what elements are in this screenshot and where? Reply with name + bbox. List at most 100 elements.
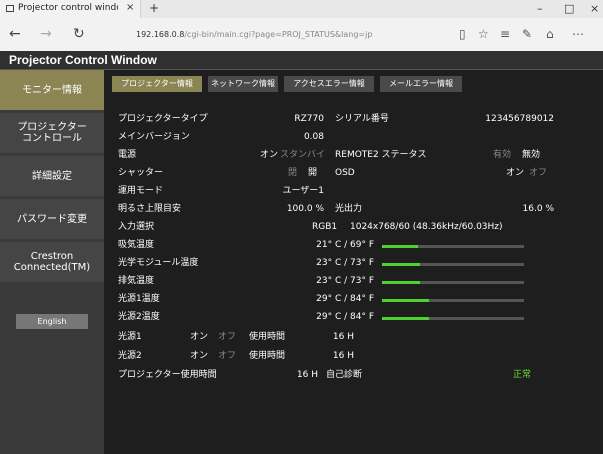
version-label: メインバージョン <box>118 132 190 142</box>
sidebar-item-label-line2: Connected(TM) <box>13 262 91 273</box>
temp-gauge <box>382 281 524 284</box>
page-title: Projector Control Window <box>9 53 157 67</box>
temp-gauge-fill <box>382 245 418 248</box>
osd-label: OSD <box>335 168 355 178</box>
sidebar-item-label-line1: Crestron <box>30 251 74 262</box>
self-diagnosis-label: 自己診断 <box>326 370 363 380</box>
reading-view-icon[interactable]: ▯ <box>459 27 466 41</box>
temp-gauge <box>382 299 524 302</box>
serial-label: シリアル番号 <box>335 114 389 124</box>
projector-hours-label: プロジェクター使用時間 <box>118 370 217 380</box>
brightness-label: 明るさ上限目安 <box>118 204 182 214</box>
light-source-label: 光源2 <box>118 351 142 361</box>
light-source-hours-label: 使用時間 <box>249 332 286 342</box>
tab-network-info[interactable]: ネットワーク情報 <box>208 76 278 92</box>
remote2-enabled: 有効 <box>493 150 512 160</box>
light-source-hours: 16 H <box>332 332 354 342</box>
hub-icon[interactable]: ≡ <box>500 27 510 41</box>
light-source-off: オフ <box>218 332 237 342</box>
page-icon <box>6 5 14 12</box>
temp-value: 29° C / 84° F <box>316 294 374 304</box>
share-icon[interactable]: ⌂ <box>546 27 554 41</box>
page-header: Projector Control Window <box>0 51 603 70</box>
note-icon[interactable]: ✎ <box>522 27 532 41</box>
temp-gauge-fill <box>382 281 421 284</box>
temp-label: 光源1温度 <box>118 294 160 304</box>
sidebar-item-label: Crestron Connected(TM) <box>14 251 90 273</box>
type-value: RZ770 <box>294 114 324 124</box>
refresh-icon[interactable]: ↻ <box>73 26 85 42</box>
sidebar-item-label-line1: プロジェクター <box>17 122 87 133</box>
sidebar: モニター情報 プロジェクター コントロール 詳細設定 パスワード変更 Crest… <box>0 70 104 454</box>
browser-tab[interactable]: Projector control windo × <box>0 0 141 18</box>
type-label: プロジェクタータイプ <box>118 114 208 124</box>
main-content: プロジェクター情報 ネットワーク情報 アクセスエラー情報 メールエラー情報 プロ… <box>104 70 603 454</box>
browser-tab-bar: Projector control windo × + – □ × <box>0 0 603 18</box>
temp-label: 光学モジュール温度 <box>118 258 199 268</box>
temp-gauge-fill <box>382 299 429 302</box>
url-field[interactable]: 192.168.0.8/cgi-bin/main.cgi?page=PROJ_S… <box>136 30 372 39</box>
light-source-off: オフ <box>218 351 237 361</box>
tab-projector-info[interactable]: プロジェクター情報 <box>112 76 202 92</box>
sidebar-item-monitor-info[interactable]: モニター情報 <box>0 70 104 110</box>
tab-mail-error-info[interactable]: メールエラー情報 <box>380 76 462 92</box>
more-icon[interactable]: ⋯ <box>572 27 584 41</box>
sidebar-item-crestron[interactable]: Crestron Connected(TM) <box>0 242 104 282</box>
light-output-value: 16.0 % <box>522 204 554 214</box>
new-tab-button[interactable]: + <box>149 1 159 15</box>
sidebar-item-detailed-settings[interactable]: 詳細設定 <box>0 156 104 196</box>
remote2-label: REMOTE2 ステータス <box>335 150 427 160</box>
temp-gauge-fill <box>382 317 429 320</box>
temp-gauge <box>382 317 524 320</box>
back-icon[interactable]: ← <box>9 26 21 42</box>
serial-value: 123456789012 <box>485 114 554 124</box>
temp-gauge <box>382 263 524 266</box>
maximize-button[interactable]: □ <box>564 2 574 15</box>
shutter-closed: 閉 <box>288 168 298 178</box>
sidebar-item-projector-control[interactable]: プロジェクター コントロール <box>0 113 104 153</box>
english-button[interactable]: English <box>16 314 88 329</box>
star-icon[interactable]: ☆ <box>478 27 489 41</box>
input-label: 入力選択 <box>118 222 155 232</box>
temp-label: 排気温度 <box>118 276 155 286</box>
address-bar: ← → ↻ 192.168.0.8/cgi-bin/main.cgi?page=… <box>0 18 603 52</box>
osd-on: オン <box>506 168 525 178</box>
input-value: RGB1 <box>312 222 338 232</box>
sidebar-item-label: 詳細設定 <box>32 170 72 182</box>
power-on: オン <box>260 150 279 160</box>
input-signal: 1024x768/60 (48.36kHz/60.03Hz) <box>350 222 503 232</box>
projector-hours-value: 16 H <box>296 370 318 380</box>
version-value: 0.08 <box>303 132 324 142</box>
shutter-open: 開 <box>308 168 318 178</box>
brightness-value: 100.0 % <box>286 204 324 214</box>
temp-gauge <box>382 245 524 248</box>
url-host: 192.168.0.8 <box>136 30 185 39</box>
light-source-hours: 16 H <box>332 351 354 361</box>
light-source-label: 光源1 <box>118 332 142 342</box>
temp-value: 29° C / 84° F <box>316 312 374 322</box>
sidebar-item-label: パスワード変更 <box>17 213 87 225</box>
self-diagnosis-value: 正常 <box>513 370 532 380</box>
light-source-on: オン <box>190 332 209 342</box>
light-output-label: 光出力 <box>335 204 363 214</box>
url-path: /cgi-bin/main.cgi?page=PROJ_STATUS&lang=… <box>184 30 373 39</box>
mode-value: ユーザー1 <box>282 186 324 196</box>
close-window-button[interactable]: × <box>590 2 599 15</box>
mode-label: 運用モード <box>118 186 164 196</box>
temp-value: 21° C / 69° F <box>316 240 374 250</box>
sidebar-item-label: プロジェクター コントロール <box>17 122 87 144</box>
sidebar-item-change-password[interactable]: パスワード変更 <box>0 199 104 239</box>
temp-label: 吸気温度 <box>118 240 155 250</box>
tab-access-error-info[interactable]: アクセスエラー情報 <box>284 76 374 92</box>
light-source-on: オン <box>190 351 209 361</box>
close-tab-icon[interactable]: × <box>126 2 134 13</box>
temp-gauge-fill <box>382 263 421 266</box>
power-label: 電源 <box>118 150 137 160</box>
sidebar-item-label: モニター情報 <box>22 84 82 96</box>
osd-off: オフ <box>529 168 548 178</box>
forward-icon[interactable]: → <box>40 26 52 42</box>
temp-label: 光源2温度 <box>118 312 160 322</box>
shutter-label: シャッター <box>118 168 164 178</box>
remote2-disabled: 無効 <box>522 150 541 160</box>
minimize-button[interactable]: – <box>537 2 543 15</box>
